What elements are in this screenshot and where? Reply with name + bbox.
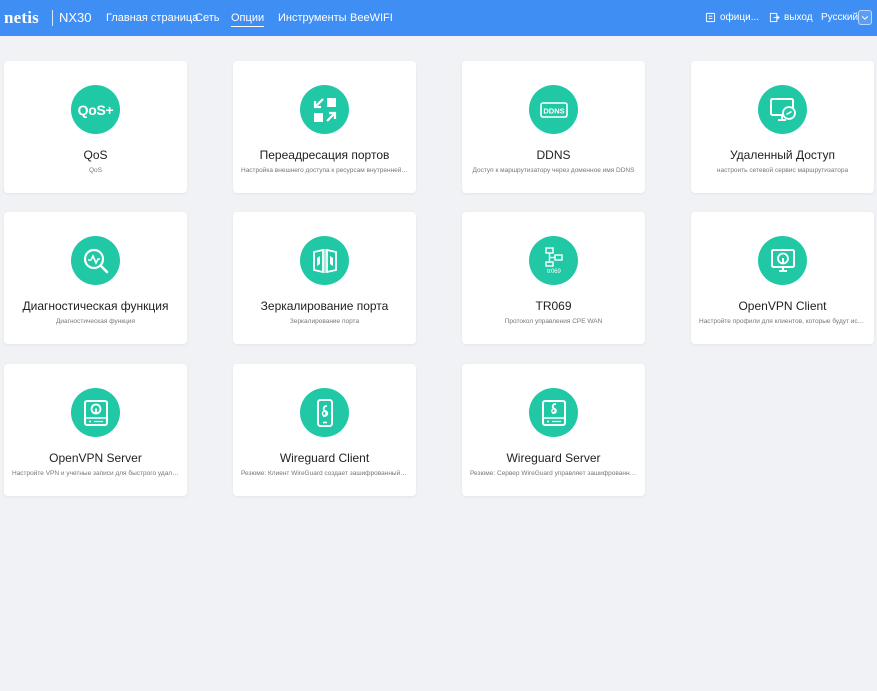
card-qos[interactable]: QoS+ QoS QoS xyxy=(4,61,187,193)
logout-label: выход xyxy=(784,12,813,23)
language-dropdown[interactable] xyxy=(858,10,872,25)
svg-text:tr069: tr069 xyxy=(547,269,561,275)
nav-options[interactable]: Опции xyxy=(231,12,265,27)
nav-network[interactable]: Сеть xyxy=(195,12,219,24)
top-navigation-bar: netis NX30 Главная страница Сеть Опции И… xyxy=(0,0,877,36)
card-description: Настройте VPN и учетные записи для быстр… xyxy=(12,470,179,477)
card-tr069[interactable]: tr069 TR069 Протокол управления CPE WAN xyxy=(462,212,645,344)
card-title: Wireguard Client xyxy=(279,451,370,465)
card-port-forwarding[interactable]: Переадресация портов Настройка внешнего … xyxy=(233,61,416,193)
nav-home[interactable]: Главная страница xyxy=(106,12,198,24)
card-title: Зеркалирование порта xyxy=(260,299,389,313)
port-forwarding-icon xyxy=(300,85,349,134)
openvpn-server-icon xyxy=(71,388,120,437)
remote-access-icon xyxy=(758,85,807,134)
card-title: Диагностическая функция xyxy=(22,299,169,313)
official-label: офици... xyxy=(720,12,760,23)
book-icon xyxy=(705,12,716,23)
port-mirroring-icon xyxy=(300,236,349,285)
card-description: Настройте профили для клиентов, которые … xyxy=(699,318,866,325)
card-remote-access[interactable]: Удаленный Доступ настроить сетевой серви… xyxy=(691,61,874,193)
card-description: настроить сетевой сервис маршрутизатора xyxy=(716,167,849,174)
card-title: Wireguard Server xyxy=(506,451,601,465)
card-title: OpenVPN Client xyxy=(738,299,827,313)
card-description: Резюме: Клиент WireGuard создает зашифро… xyxy=(241,470,408,477)
card-wireguard-client[interactable]: Wireguard Client Резюме: Клиент WireGuar… xyxy=(233,364,416,496)
chevron-down-icon xyxy=(861,15,869,20)
card-title: Переадресация портов xyxy=(259,148,390,162)
card-title: TR069 xyxy=(535,299,572,313)
logout-button[interactable]: выход xyxy=(769,12,813,23)
card-description: Протокол управления CPE WAN xyxy=(504,318,603,325)
card-wireguard-server[interactable]: Wireguard Server Резюме: Сервер WireGuar… xyxy=(462,364,645,496)
brand-divider xyxy=(52,10,53,26)
qos-plus-icon: QoS+ xyxy=(71,85,120,134)
card-ddns[interactable]: DDNS DDNS Доступ к маршрутизатору через … xyxy=(462,61,645,193)
card-title: DDNS xyxy=(536,148,571,162)
card-diagnostic[interactable]: Диагностическая функция Диагностическая … xyxy=(4,212,187,344)
openvpn-client-icon xyxy=(758,236,807,285)
ddns-icon: DDNS xyxy=(529,85,578,134)
model-name: NX30 xyxy=(59,10,92,25)
language-label: Русский xyxy=(821,12,859,23)
card-title: OpenVPN Server xyxy=(49,451,142,465)
card-description: Зеркалирование порта xyxy=(289,318,360,325)
card-description: Резюме: Сервер WireGuard управляет зашиф… xyxy=(470,470,637,477)
svg-text:DDNS: DDNS xyxy=(543,106,564,115)
tr069-icon: tr069 xyxy=(529,236,578,285)
logout-icon xyxy=(769,12,780,23)
card-port-mirroring[interactable]: Зеркалирование порта Зеркалирование порт… xyxy=(233,212,416,344)
brand-logo: netis xyxy=(4,8,39,27)
diagnostic-icon xyxy=(71,236,120,285)
card-description: Настройка внешнего доступа к ресурсам вн… xyxy=(241,167,408,174)
wireguard-client-icon xyxy=(300,388,349,437)
card-openvpn-client[interactable]: OpenVPN Client Настройте профили для кли… xyxy=(691,212,874,344)
card-description: QoS xyxy=(88,167,102,174)
nav-beewifi[interactable]: BeeWIFI xyxy=(350,12,393,24)
card-description: Диагностическая функция xyxy=(55,318,136,325)
nav-tools[interactable]: Инструменты xyxy=(278,12,347,24)
card-title: Удаленный Доступ xyxy=(729,148,836,162)
card-title: QoS xyxy=(83,148,108,162)
wireguard-server-icon xyxy=(529,388,578,437)
card-description: Доступ к маршрутизатору через доменное и… xyxy=(472,167,635,174)
official-link[interactable]: офици... xyxy=(705,12,759,23)
card-openvpn-server[interactable]: OpenVPN Server Настройте VPN и учетные з… xyxy=(4,364,187,496)
